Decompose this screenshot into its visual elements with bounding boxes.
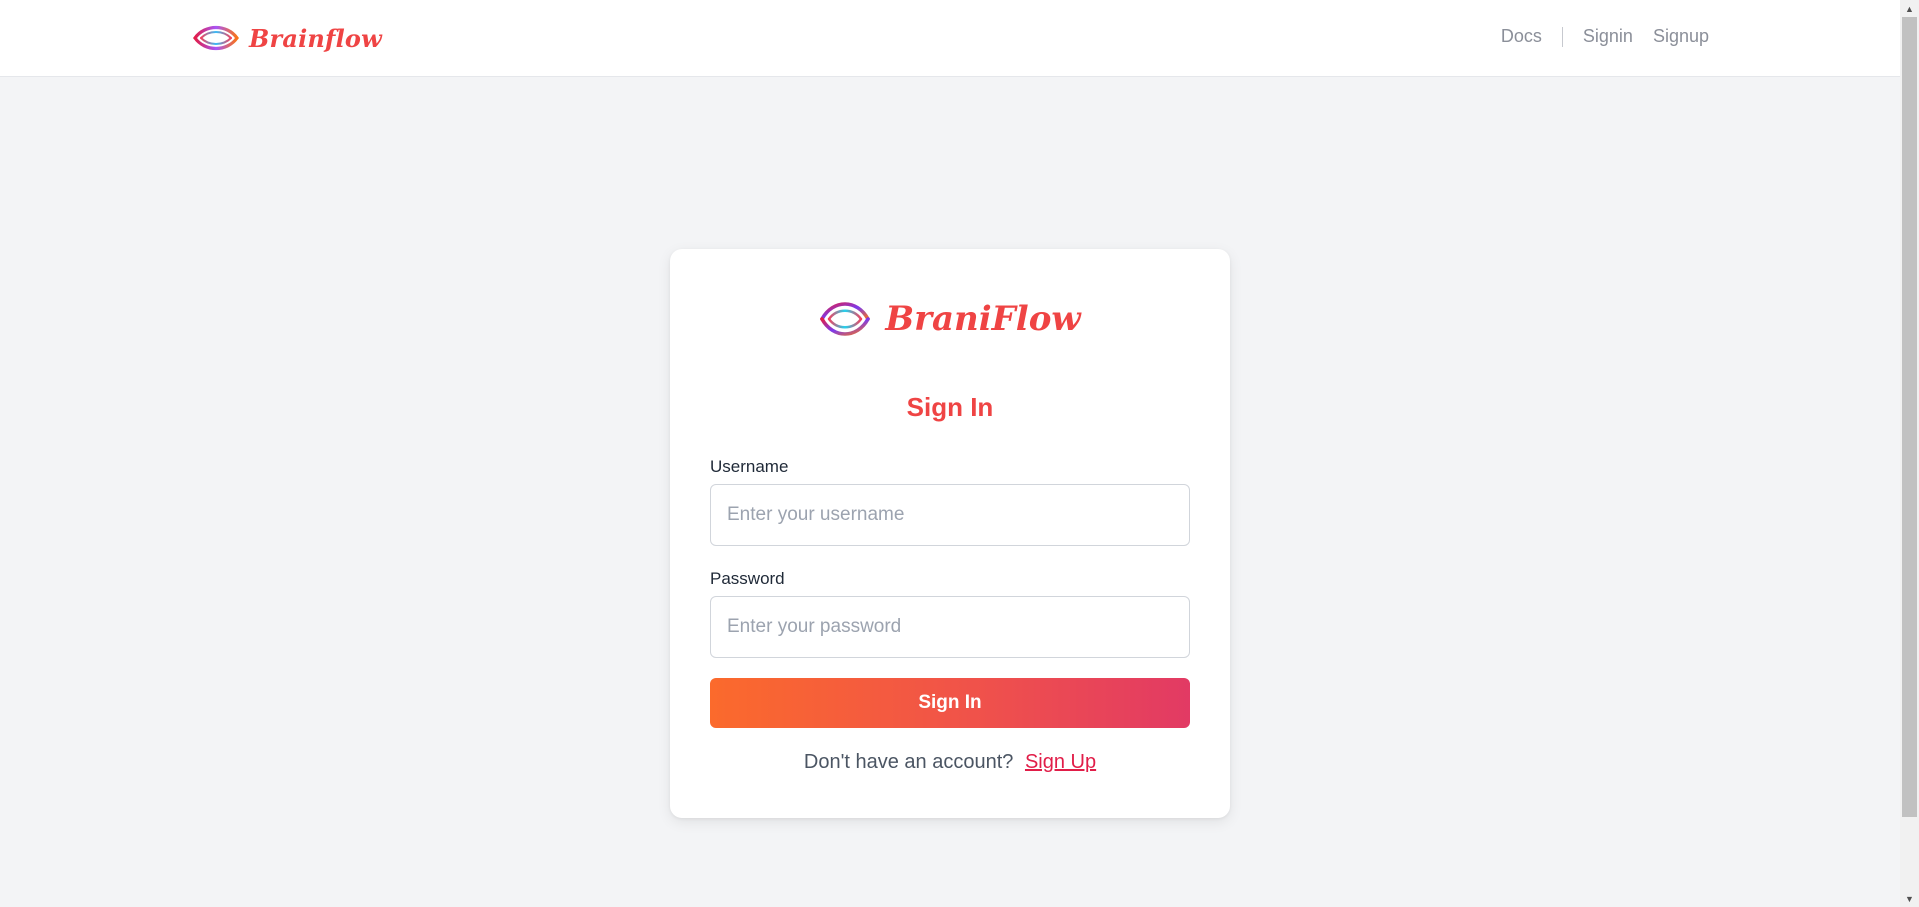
scrollbar-thumb[interactable]	[1902, 17, 1917, 817]
password-label: Password	[710, 569, 785, 588]
page-title: Sign In	[906, 392, 994, 422]
username-input[interactable]	[710, 484, 1190, 546]
signup-prompt: Don't have an account? Sign Up	[670, 751, 1230, 774]
brainflow-logo-icon	[820, 302, 871, 336]
top-navbar: Brainflow Docs Signin Signup	[0, 0, 1900, 77]
header-brand-name: Brainflow	[249, 23, 382, 53]
card-brand-name: BraniFlow	[885, 299, 1081, 339]
signup-link[interactable]: Sign Up	[1025, 751, 1096, 773]
nav-link-signin[interactable]: Signin	[1583, 26, 1633, 47]
signup-prompt-text: Don't have an account?	[803, 751, 1014, 773]
header-brand[interactable]: Brainflow	[193, 18, 382, 58]
scroll-up-arrow-icon[interactable]: ▲	[1900, 0, 1919, 17]
scroll-down-arrow-icon[interactable]: ▼	[1900, 890, 1919, 907]
nav-divider	[1561, 26, 1563, 47]
sign-in-button[interactable]: Sign In	[710, 678, 1190, 728]
signin-card: BraniFlow Sign In Username Password Sign…	[670, 249, 1230, 818]
nav-link-signup[interactable]: Signup	[1653, 26, 1709, 47]
password-input[interactable]	[710, 596, 1190, 658]
page-scrollbar[interactable]: ▲ ▼	[1900, 0, 1919, 907]
card-brand: BraniFlow	[670, 293, 1230, 345]
brainflow-logo-icon	[193, 25, 239, 51]
header-nav: Docs Signin Signup	[1501, 26, 1709, 47]
username-label: Username	[710, 457, 789, 476]
nav-link-docs[interactable]: Docs	[1501, 26, 1542, 47]
